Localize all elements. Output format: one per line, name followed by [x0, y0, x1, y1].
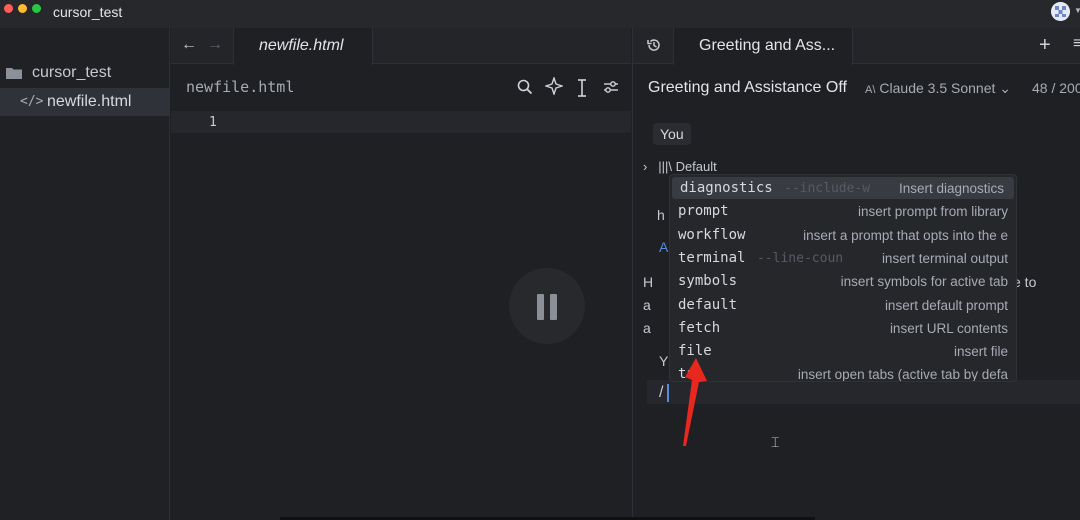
slash-command-default[interactable]: default insert default prompt	[670, 294, 1016, 316]
slash-command-name: prompt	[678, 203, 729, 220]
slash-command-hint: --line-coun	[757, 250, 844, 266]
folder-icon	[6, 68, 22, 79]
slash-command-description: insert open tabs (active tab by defa	[797, 367, 1008, 382]
chat-input[interactable]: /	[647, 380, 1080, 404]
slash-command-symbols[interactable]: symbols insert symbols for active tab	[670, 270, 1016, 292]
slash-command-description: insert a prompt that opts into the e	[803, 227, 1008, 243]
explorer-file-label: newfile.html	[47, 93, 132, 110]
slash-command-description: insert terminal output	[881, 250, 1008, 266]
avatar[interactable]	[1051, 2, 1070, 21]
slash-command-name: diagnostics	[680, 180, 773, 196]
slash-command-description: insert file	[953, 344, 1008, 360]
default-label: Default	[675, 159, 717, 174]
account-chevron-icon[interactable]: ▼	[1074, 6, 1080, 15]
tab-chat-conversation[interactable]: Greeting and Ass...	[673, 28, 853, 65]
minimize-window-button[interactable]	[18, 4, 27, 13]
mouse-ibeam-cursor-icon: ⌶	[771, 434, 780, 450]
sparkle-icon[interactable]	[543, 75, 565, 99]
chat-tab-bar: Greeting and Ass... + ≡	[633, 28, 1080, 65]
slash-command-description: insert symbols for active tab	[840, 274, 1008, 290]
slash-command-terminal[interactable]: terminal --line-coun insert terminal outpu…	[670, 247, 1016, 269]
slash-command-hint: --include-w	[784, 181, 871, 196]
tab-label: newfile.html	[259, 37, 344, 54]
slash-command-description: insert default prompt	[884, 297, 1008, 313]
explorer-root-label: cursor_test	[32, 64, 112, 81]
avatar-icon	[1051, 2, 1070, 21]
anthropic-icon: A\	[865, 84, 876, 96]
message-counter: 48 / 200	[1032, 80, 1080, 96]
new-chat-plus-icon[interactable]: +	[1039, 34, 1051, 57]
maximize-window-button[interactable]	[32, 4, 41, 13]
slash-command-tab[interactable]: tab insert open tabs (active tab by defa	[670, 363, 1016, 382]
message-fragment: H	[643, 274, 654, 290]
slash-command-description: insert prompt from library	[857, 204, 1008, 220]
library-icon: |||\	[658, 159, 672, 174]
menu-icon[interactable]: ≡	[1073, 35, 1080, 53]
tab-newfile[interactable]: newfile.html	[233, 28, 373, 65]
chat-input-value: /	[659, 384, 664, 401]
close-window-button[interactable]	[4, 4, 13, 13]
search-icon[interactable]	[517, 79, 533, 99]
explorer-file-newfile[interactable]: </> newfile.html	[0, 88, 170, 116]
slash-command-workflow[interactable]: workflow insert a prompt that opts into t…	[670, 224, 1016, 246]
explorer-root-folder[interactable]: cursor_test	[6, 64, 166, 86]
file-explorer: cursor_test </> newfile.html	[0, 28, 170, 520]
editor-tab-bar: ← → newfile.html	[171, 28, 631, 65]
text-caret	[667, 384, 669, 402]
slash-command-description: insert URL contents	[889, 320, 1008, 336]
forward-arrow-icon[interactable]: →	[207, 36, 223, 54]
window-title: cursor_test	[53, 4, 123, 20]
message-link-fragment[interactable]: A	[659, 239, 668, 255]
slash-command-prompt[interactable]: prompt insert prompt from library	[670, 200, 1016, 222]
chevron-down-icon: ⌄	[999, 80, 1012, 96]
message-fragment: a	[643, 320, 651, 336]
sliders-icon[interactable]	[603, 79, 619, 99]
file-header-title: newfile.html	[186, 78, 295, 96]
slash-command-name: terminal	[678, 249, 746, 266]
slash-command-name: workflow	[678, 226, 746, 243]
slash-command-name: symbols	[678, 273, 738, 290]
slash-command-fetch[interactable]: fetch insert URL contents	[670, 317, 1016, 339]
slash-command-diagnostics[interactable]: diagnostics --include-w Insert diagnostics	[672, 177, 1014, 199]
editor-line[interactable]: 1	[171, 111, 631, 133]
slash-command-name: default	[678, 296, 738, 313]
message-fragment: a	[643, 297, 651, 313]
line-number: 1	[209, 115, 217, 130]
code-icon: </>	[20, 94, 44, 109]
slash-command-name: fetch	[678, 319, 721, 336]
prompt-library-default[interactable]: › |||\ Default	[643, 159, 717, 174]
model-selector[interactable]: A\ Claude 3.5 Sonnet ⌄	[865, 80, 1011, 97]
history-icon[interactable]	[646, 37, 662, 53]
back-arrow-icon[interactable]: ←	[181, 36, 197, 54]
pause-icon[interactable]	[509, 268, 585, 344]
slash-command-menu: diagnostics --include-w Insert diagnostics…	[669, 174, 1017, 382]
model-name: Claude 3.5 Sonnet	[879, 80, 996, 96]
chevron-right-icon: ›	[643, 159, 648, 174]
user-message-label: You	[653, 123, 691, 145]
chat-title: Greeting and Assistance Off	[648, 79, 847, 96]
title-bar: cursor_test ▼	[0, 0, 1080, 28]
chat-tab-label: Greeting and Ass...	[699, 37, 836, 54]
slash-command-name: tab	[678, 366, 704, 382]
slash-command-file[interactable]: file insert file	[670, 340, 1016, 362]
text-cursor-icon[interactable]	[576, 79, 588, 101]
slash-command-description: Insert diagnostics	[898, 181, 1004, 196]
message-fragment: Y	[659, 353, 669, 369]
slash-command-name: file	[678, 343, 712, 360]
message-fragment: h	[657, 207, 665, 223]
